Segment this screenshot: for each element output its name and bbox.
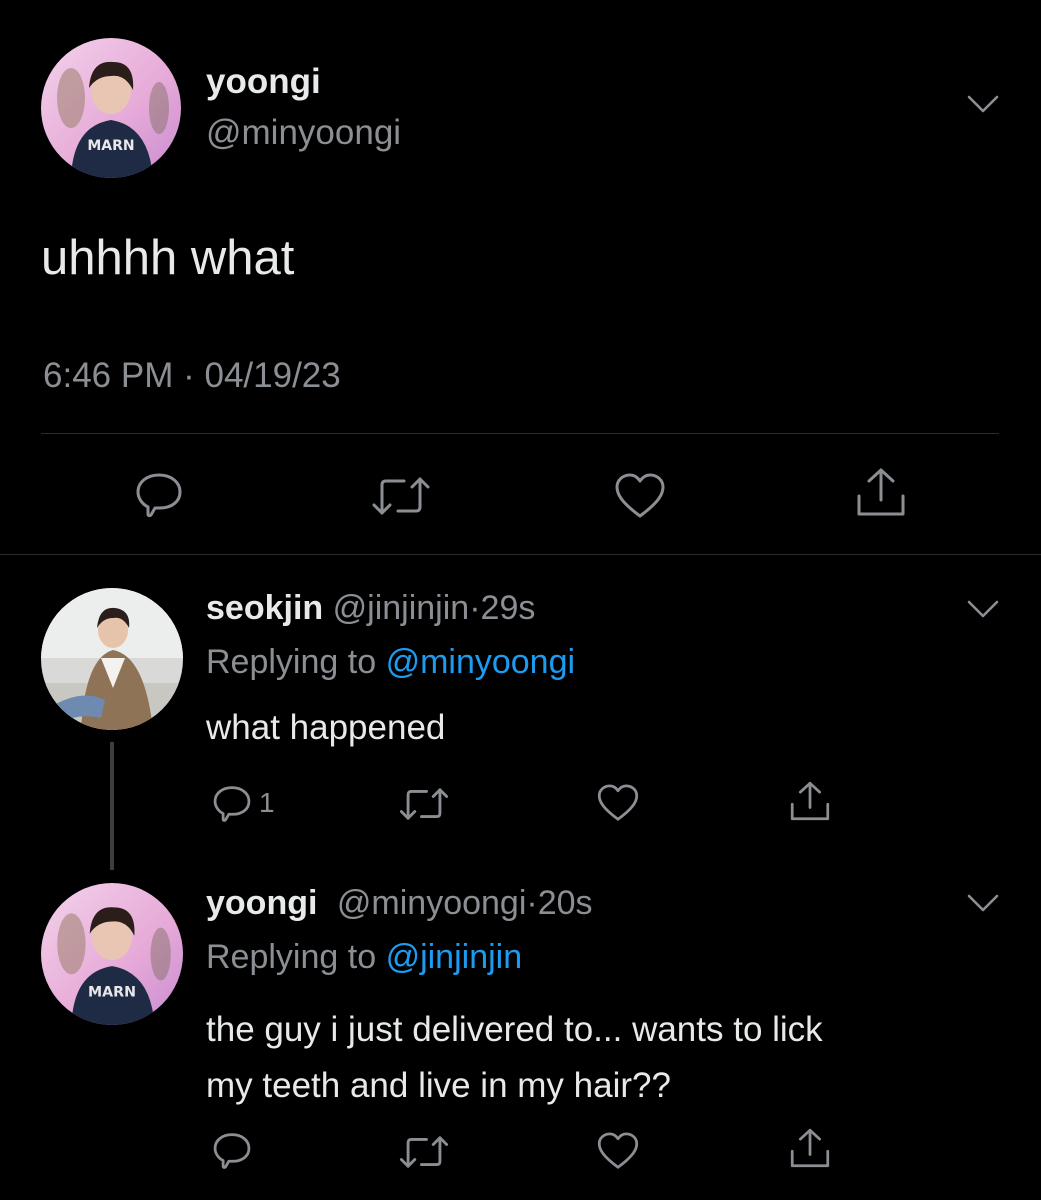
share-icon bbox=[790, 1128, 830, 1168]
tweet-date: 04/19/23 bbox=[204, 356, 341, 395]
chevron-down-icon[interactable] bbox=[965, 93, 1001, 117]
avatar-shirt-text: MARN bbox=[88, 985, 136, 1001]
reply-header: seokjin @jinjinjin·29s bbox=[206, 588, 535, 628]
divider bbox=[0, 554, 1041, 555]
avatar-main[interactable]: MARN bbox=[41, 38, 181, 178]
tweet-timestamp: 6:46 PM · 04/19/23 bbox=[43, 356, 341, 396]
reply-text-line-2: my teeth and live in my hair?? bbox=[206, 1066, 671, 1105]
share-button[interactable] bbox=[789, 779, 831, 823]
thread-line bbox=[110, 742, 114, 870]
replying-to-label: Replying to bbox=[206, 938, 377, 976]
reply-icon bbox=[213, 1133, 251, 1169]
avatar-reply-1[interactable] bbox=[41, 588, 183, 730]
retweet-button[interactable] bbox=[398, 786, 450, 822]
share-icon bbox=[790, 781, 830, 821]
reply-icon bbox=[136, 473, 182, 518]
replying-to: Replying to @minyoongi bbox=[206, 642, 575, 682]
like-button[interactable] bbox=[596, 783, 640, 823]
like-icon bbox=[597, 1132, 639, 1169]
replying-to-label: Replying to bbox=[206, 643, 377, 681]
like-button[interactable] bbox=[613, 472, 667, 520]
retweet-icon bbox=[399, 788, 449, 820]
reply-text-line-1: the guy i just delivered to... wants to … bbox=[206, 1010, 823, 1049]
reply-dot: · bbox=[469, 589, 481, 627]
chevron-down-icon[interactable] bbox=[965, 892, 1001, 916]
share-button[interactable] bbox=[789, 1126, 831, 1170]
like-icon bbox=[615, 473, 665, 518]
chevron-down-icon[interactable] bbox=[965, 598, 1001, 622]
reply-text: what happened bbox=[206, 708, 446, 747]
replying-to-link[interactable]: @jinjinjin bbox=[386, 938, 523, 976]
reply-header: yoongi @minyoongi·20s bbox=[206, 883, 593, 923]
share-button[interactable] bbox=[855, 466, 907, 518]
reply-author-name[interactable]: yoongi bbox=[206, 884, 317, 922]
retweet-button[interactable] bbox=[370, 475, 432, 517]
tweet-text: uhhhh what bbox=[41, 231, 295, 285]
reply-button[interactable] bbox=[211, 1130, 253, 1170]
reply-button[interactable]: 1 bbox=[211, 783, 275, 823]
like-icon bbox=[597, 784, 639, 821]
reply-count: 1 bbox=[259, 787, 275, 818]
retweet-icon bbox=[399, 1136, 449, 1168]
reply-age: 20s bbox=[537, 884, 593, 922]
avatar-reply-2[interactable]: MARN bbox=[41, 883, 183, 1025]
reply-author-name[interactable]: seokjin bbox=[206, 589, 323, 627]
author-display-name[interactable]: yoongi bbox=[206, 62, 321, 102]
reply-dot: · bbox=[526, 884, 538, 922]
retweet-button[interactable] bbox=[398, 1134, 450, 1170]
reply-author-handle[interactable]: @minyoongi bbox=[337, 884, 527, 922]
avatar-shirt-text: MARN bbox=[87, 138, 134, 154]
replying-to: Replying to @jinjinjin bbox=[206, 937, 522, 977]
reply-button[interactable] bbox=[133, 470, 185, 518]
share-icon bbox=[857, 468, 905, 516]
like-button[interactable] bbox=[596, 1131, 640, 1171]
author-handle[interactable]: @minyoongi bbox=[206, 113, 401, 153]
replying-to-link[interactable]: @minyoongi bbox=[386, 643, 576, 681]
reply-icon bbox=[213, 786, 251, 822]
tweet-time: 6:46 PM bbox=[43, 356, 174, 395]
reply-age: 29s bbox=[480, 589, 536, 627]
reply-text: the guy i just delivered to... wants to … bbox=[206, 1002, 823, 1114]
reply-author-handle[interactable]: @jinjinjin bbox=[333, 589, 470, 627]
divider bbox=[41, 433, 999, 434]
tweet-separator: · bbox=[183, 356, 195, 395]
retweet-icon bbox=[372, 477, 430, 515]
